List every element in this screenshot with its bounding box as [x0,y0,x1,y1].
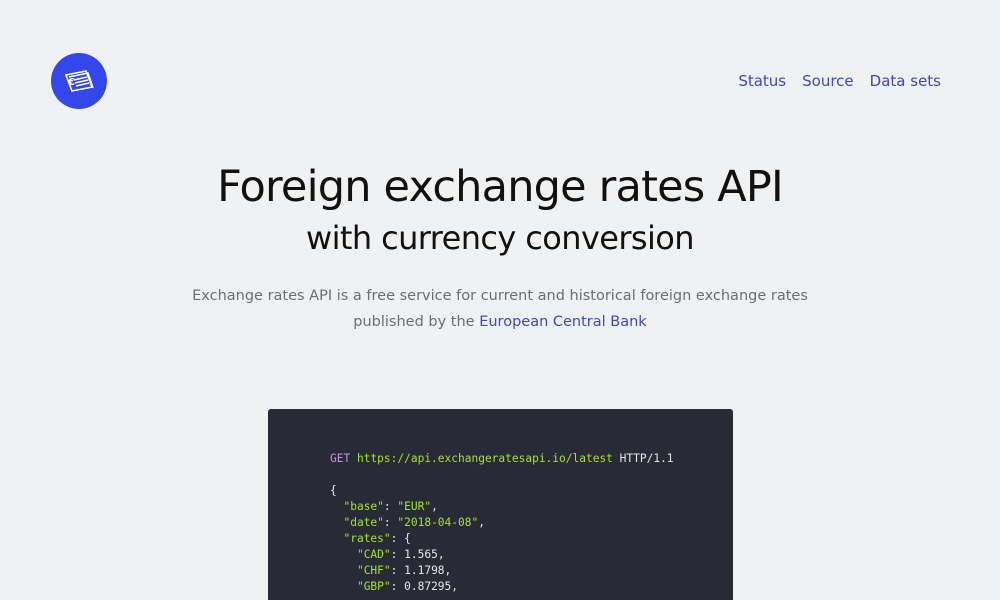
nav-data-sets-link[interactable]: Data sets [870,72,941,90]
intro-description: Exchange rates API is a free service for… [0,283,1000,335]
code-line: "rates": { [343,532,411,545]
code-line: "CAD": 1.565, [356,548,445,561]
ecb-link[interactable]: European Central Bank [479,314,647,330]
description-line-1: Exchange rates API is a free service for… [192,288,808,304]
page-subtitle: with currency conversion [306,219,695,257]
logo[interactable]: € [51,53,107,109]
currency-notes-icon: € [62,68,96,94]
description-line-2: published by the European Central Bank [0,309,1000,335]
page: € Status Source Data sets Foreign exchan… [0,0,1000,600]
code-line: { [330,484,337,497]
description-prefix: published by the [353,314,480,330]
page-title: Foreign exchange rates API [217,162,784,212]
code-block: GET https://api.exchangeratesapi.io/late… [268,409,733,595]
request-url: https://api.exchangeratesapi.io/latest [356,452,613,465]
http-method: GET [330,452,351,465]
nav-status-link[interactable]: Status [738,72,786,90]
http-protocol: HTTP/1.1 [612,452,674,465]
code-line: "GBP": 0.87295, [356,580,459,593]
svg-text:€: € [67,77,75,88]
code-line: "CHF": 1.1798, [356,564,452,577]
code-line: "date": "2018-04-08", [343,516,485,529]
top-nav: Status Source Data sets [738,72,941,90]
code-line: "base": "EUR", [343,500,438,513]
nav-source-link[interactable]: Source [802,72,854,90]
code-example: GET https://api.exchangeratesapi.io/late… [268,409,733,600]
